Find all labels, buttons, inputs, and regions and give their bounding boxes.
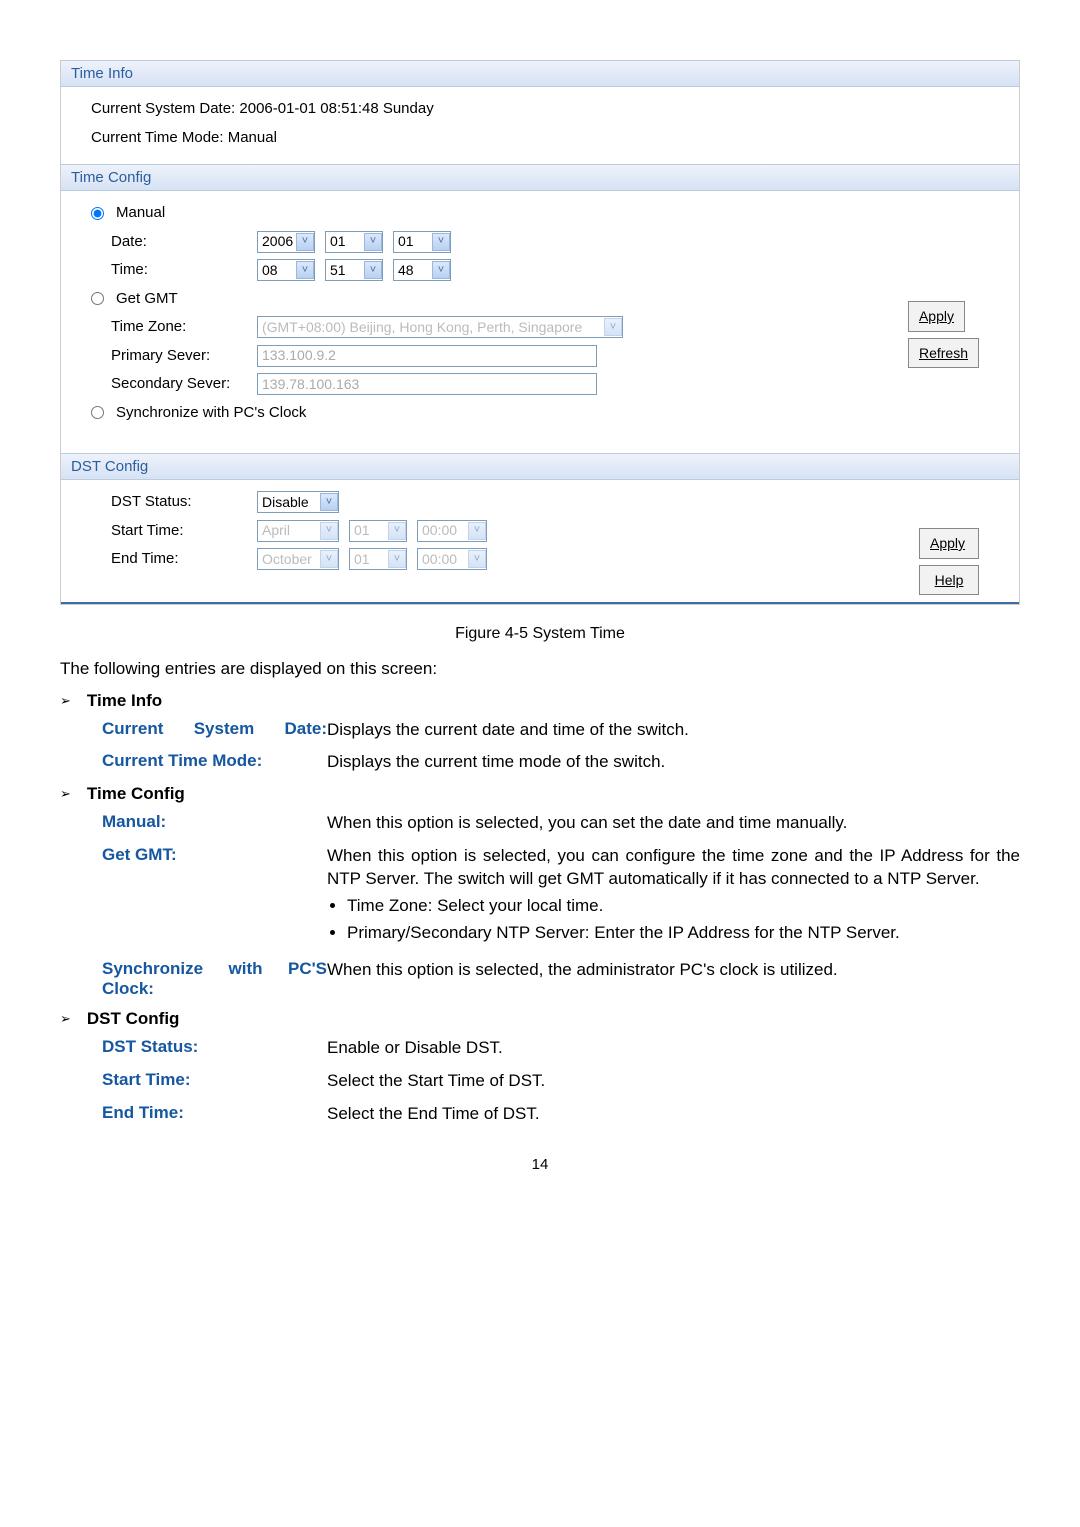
chevron-down-icon: ˅ xyxy=(296,233,314,251)
year-select[interactable]: 2006˅ xyxy=(257,231,315,253)
time-info-header: Time Info xyxy=(61,60,1019,87)
timezone-select[interactable]: (GMT+08:00) Beijing, Hong Kong, Perth, S… xyxy=(257,316,623,338)
current-time-mode: Current Time Mode: Manual xyxy=(91,124,277,153)
definition-row: Synchronize with PC'S Clock:When this op… xyxy=(102,959,1020,999)
primary-server-input[interactable]: 133.100.9.2 xyxy=(257,345,597,367)
secondary-server-label: Secondary Sever: xyxy=(111,370,251,399)
section-heading: ➢ DST Config xyxy=(60,1009,1020,1029)
term-label: Current System Date: xyxy=(102,719,327,742)
chevron-down-icon: ˅ xyxy=(320,493,338,511)
chevron-down-icon: ˅ xyxy=(320,550,338,568)
dst-config-header: DST Config xyxy=(61,453,1019,480)
term-definition: Displays the current time mode of the sw… xyxy=(327,751,1020,774)
dst-end-time[interactable]: 00:00˅ xyxy=(417,548,487,570)
definition-row: Current System Date:Displays the current… xyxy=(102,719,1020,742)
section-heading: ➢ Time Config xyxy=(60,784,1020,804)
chevron-down-icon: ˅ xyxy=(432,233,450,251)
config-panel: Time Info Current System Date: 2006-01-0… xyxy=(60,60,1020,605)
page-number: 14 xyxy=(60,1156,1020,1173)
section-title: Time Config xyxy=(87,784,185,804)
term-label: DST Status: xyxy=(102,1037,327,1060)
sync-pc-label: Synchronize with PC's Clock xyxy=(116,399,306,428)
hour-select[interactable]: 08˅ xyxy=(257,259,315,281)
intro-text: The following entries are displayed on t… xyxy=(60,659,1020,679)
dst-start-day[interactable]: 01˅ xyxy=(349,520,407,542)
second-select[interactable]: 48˅ xyxy=(393,259,451,281)
apply-button[interactable]: Apply xyxy=(908,301,965,332)
time-label: Time: xyxy=(111,256,251,285)
term-label: Manual: xyxy=(102,812,327,835)
dst-start-label: Start Time: xyxy=(111,517,251,546)
dst-start-time[interactable]: 00:00˅ xyxy=(417,520,487,542)
time-config-header: Time Config xyxy=(61,164,1019,191)
term-label: Start Time: xyxy=(102,1070,327,1093)
chevron-down-icon: ˅ xyxy=(468,550,486,568)
arrow-icon: ➢ xyxy=(60,1011,71,1027)
dst-end-label: End Time: xyxy=(111,545,251,574)
minute-select[interactable]: 51˅ xyxy=(325,259,383,281)
get-gmt-label: Get GMT xyxy=(116,285,256,314)
bullet-item: Primary/Secondary NTP Server: Enter the … xyxy=(347,922,1020,945)
section-heading: ➢ Time Info xyxy=(60,691,1020,711)
term-definition: When this option is selected, the admini… xyxy=(327,959,1020,999)
chevron-down-icon: ˅ xyxy=(468,522,486,540)
chevron-down-icon: ˅ xyxy=(364,233,382,251)
definition-row: Get GMT:When this option is selected, yo… xyxy=(102,845,1020,949)
definition-row: Manual:When this option is selected, you… xyxy=(102,812,1020,835)
manual-label: Manual xyxy=(116,199,256,228)
definition-row: Current Time Mode:Displays the current t… xyxy=(102,751,1020,774)
month-select[interactable]: 01˅ xyxy=(325,231,383,253)
dst-apply-button[interactable]: Apply xyxy=(919,528,979,559)
term-label: Get GMT: xyxy=(102,845,327,949)
definition-row: DST Status:Enable or Disable DST. xyxy=(102,1037,1020,1060)
term-definition: Enable or Disable DST. xyxy=(327,1037,1020,1060)
get-gmt-radio[interactable] xyxy=(91,292,104,305)
term-definition: When this option is selected, you can co… xyxy=(327,845,1020,949)
bullet-item: Time Zone: Select your local time. xyxy=(347,895,1020,918)
primary-server-label: Primary Sever: xyxy=(111,342,251,371)
chevron-down-icon: ˅ xyxy=(296,261,314,279)
manual-radio[interactable] xyxy=(91,207,104,220)
dst-status-label: DST Status: xyxy=(111,488,251,517)
dst-end-day[interactable]: 01˅ xyxy=(349,548,407,570)
section-title: DST Config xyxy=(87,1009,180,1029)
section-title: Time Info xyxy=(87,691,162,711)
dst-end-month[interactable]: October˅ xyxy=(257,548,339,570)
term-definition: Select the End Time of DST. xyxy=(327,1103,1020,1126)
refresh-button[interactable]: Refresh xyxy=(908,338,979,369)
term-definition: Displays the current date and time of th… xyxy=(327,719,1020,742)
definition-row: Start Time:Select the Start Time of DST. xyxy=(102,1070,1020,1093)
arrow-icon: ➢ xyxy=(60,786,71,802)
term-label: End Time: xyxy=(102,1103,327,1126)
secondary-server-input[interactable]: 139.78.100.163 xyxy=(257,373,597,395)
chevron-down-icon: ˅ xyxy=(388,550,406,568)
term-definition: Select the Start Time of DST. xyxy=(327,1070,1020,1093)
dst-start-month[interactable]: April˅ xyxy=(257,520,339,542)
figure-caption: Figure 4-5 System Time xyxy=(60,625,1020,643)
current-system-date: Current System Date: 2006-01-01 08:51:48… xyxy=(91,95,434,124)
chevron-down-icon: ˅ xyxy=(604,318,622,336)
term-definition: When this option is selected, you can se… xyxy=(327,812,1020,835)
timezone-label: Time Zone: xyxy=(111,313,251,342)
chevron-down-icon: ˅ xyxy=(364,261,382,279)
chevron-down-icon: ˅ xyxy=(388,522,406,540)
chevron-down-icon: ˅ xyxy=(432,261,450,279)
term-label: Current Time Mode: xyxy=(102,751,327,774)
dst-help-button[interactable]: Help xyxy=(919,565,979,596)
date-label: Date: xyxy=(111,228,251,257)
sync-pc-radio[interactable] xyxy=(91,406,104,419)
definition-row: End Time:Select the End Time of DST. xyxy=(102,1103,1020,1126)
term-label: Synchronize with PC'S Clock: xyxy=(102,959,327,999)
day-select[interactable]: 01˅ xyxy=(393,231,451,253)
chevron-down-icon: ˅ xyxy=(320,522,338,540)
arrow-icon: ➢ xyxy=(60,693,71,709)
dst-status-select[interactable]: Disable˅ xyxy=(257,491,339,513)
